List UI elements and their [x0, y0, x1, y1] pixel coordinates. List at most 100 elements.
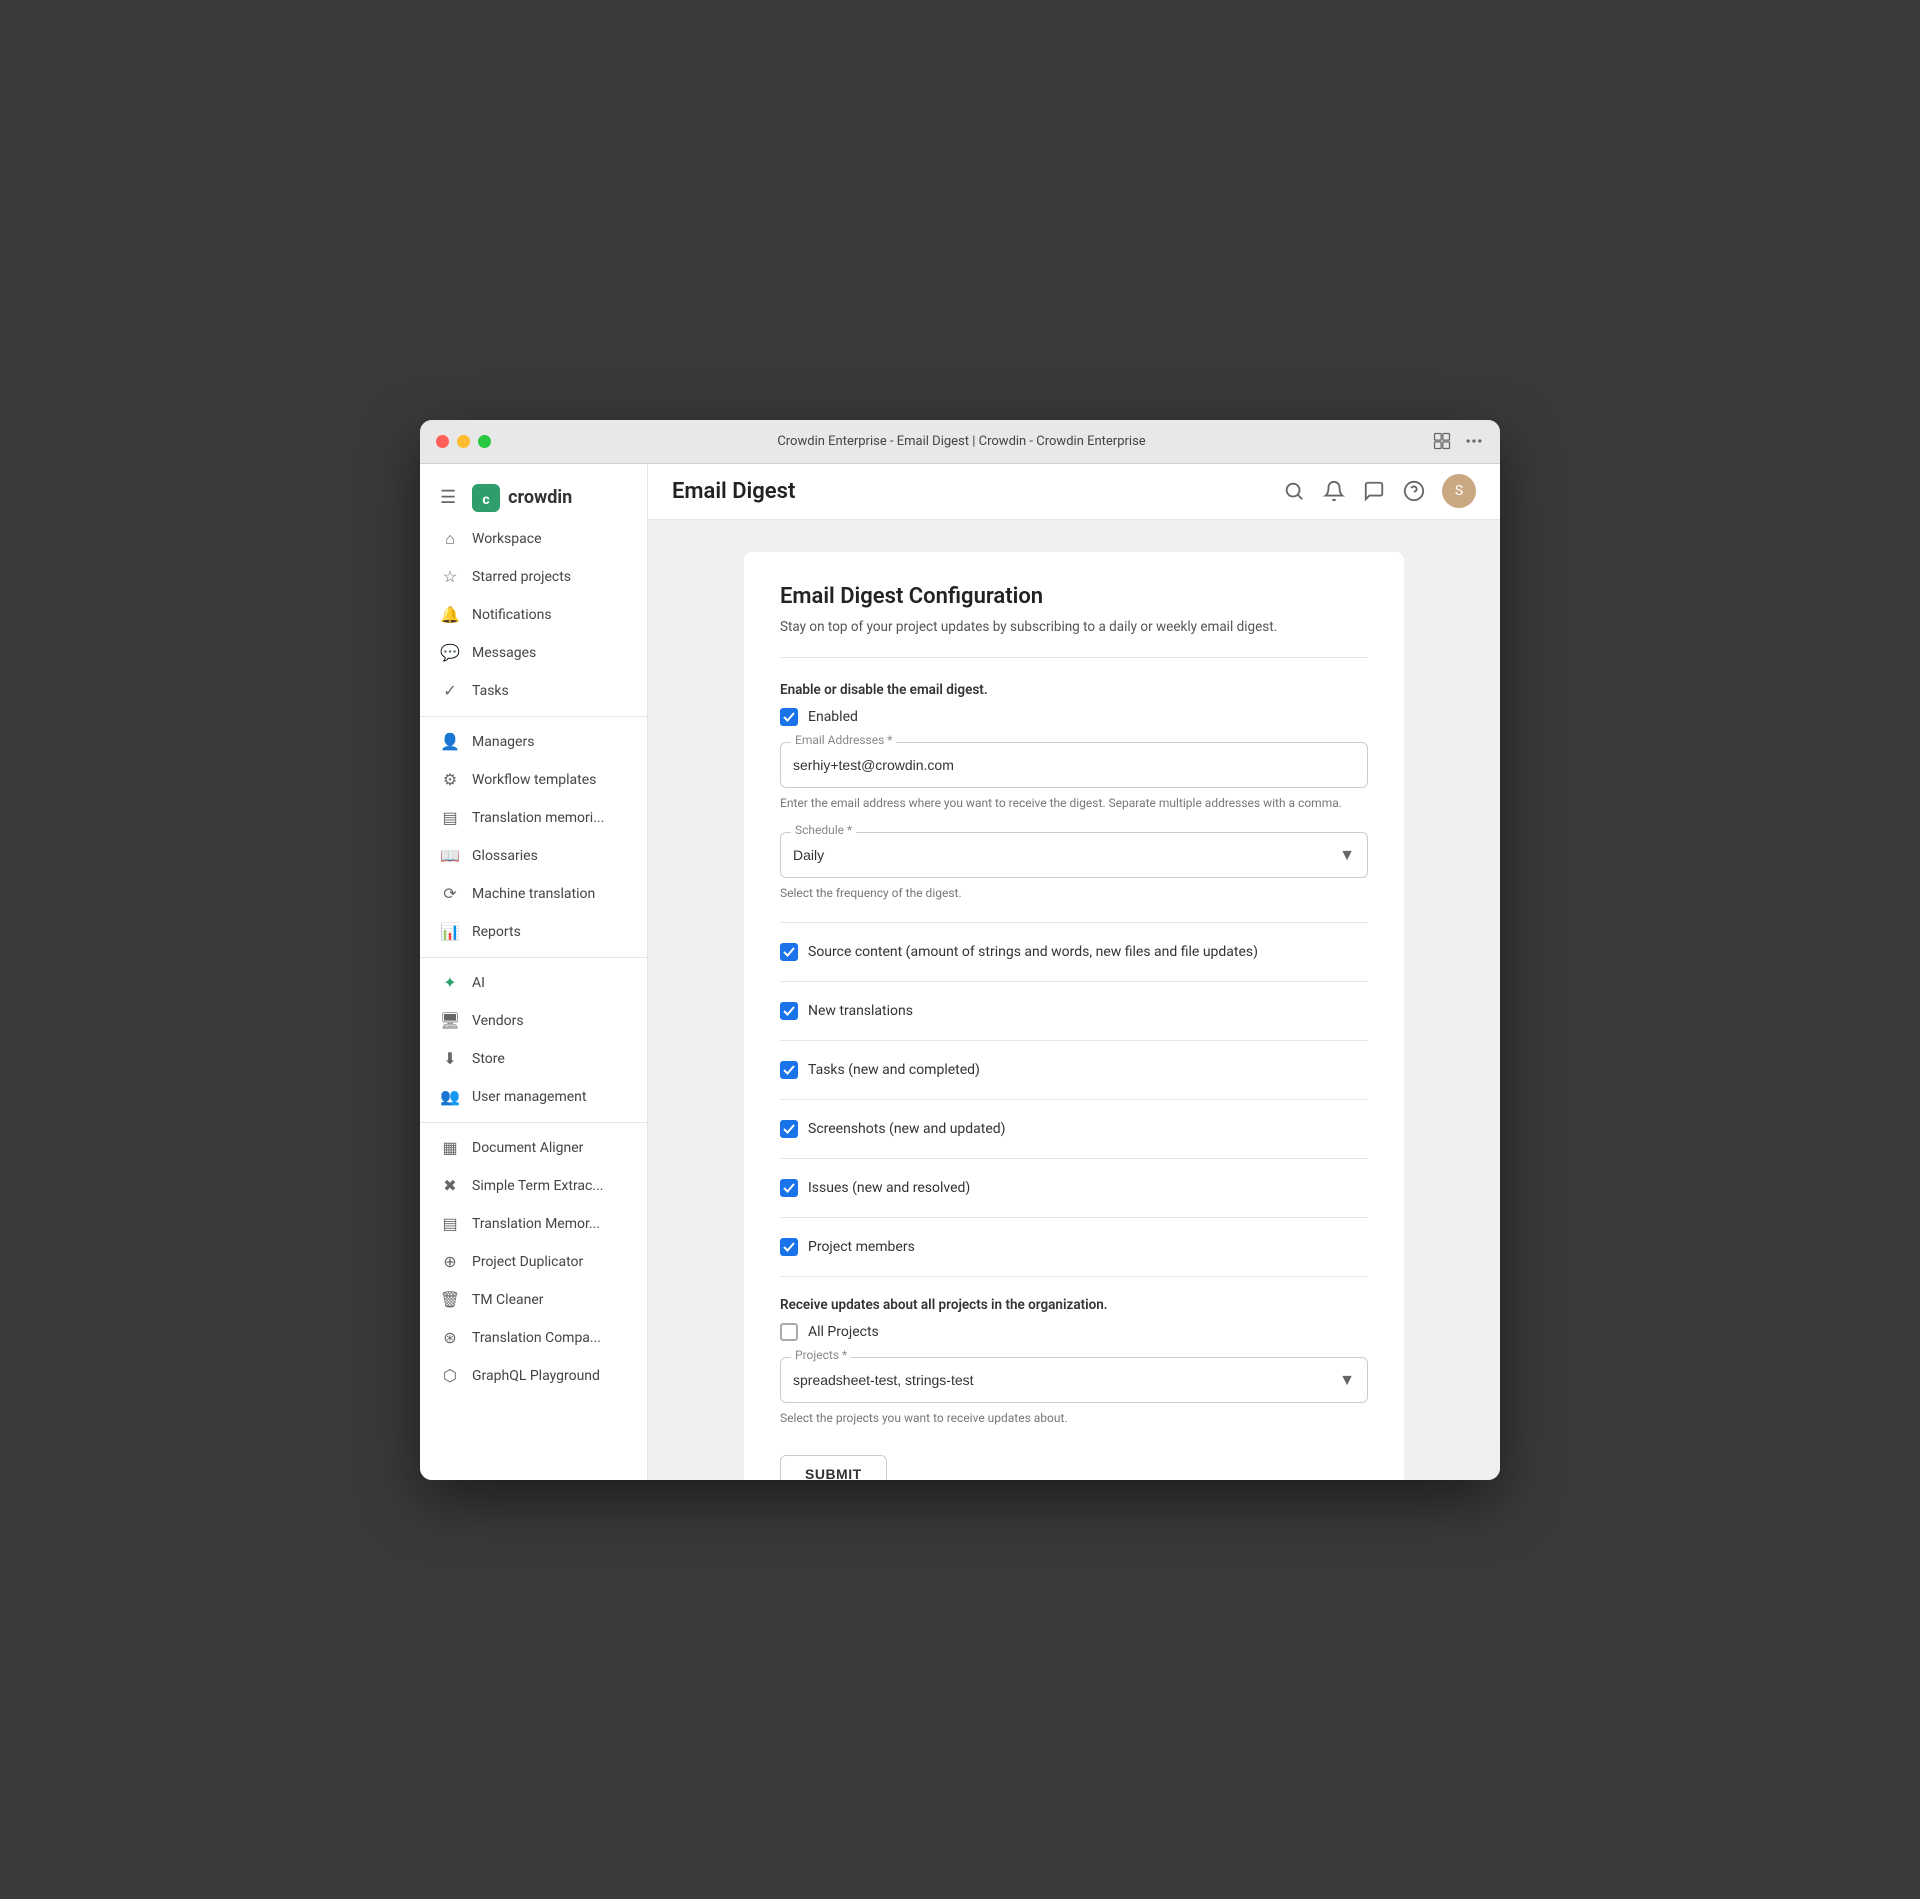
sidebar-label-user-management: User management [472, 1089, 586, 1105]
tasks-label[interactable]: Tasks (new and completed) [808, 1062, 980, 1078]
sidebar-item-vendors[interactable]: 🖥 Vendors [420, 1002, 647, 1040]
sidebar-label-translation-compa: Translation Compa... [472, 1330, 601, 1346]
check-icon-5 [783, 1182, 795, 1194]
help-icon[interactable] [1402, 479, 1426, 503]
all-projects-checkbox-label[interactable]: All Projects [808, 1324, 879, 1340]
term-icon: ✖ [440, 1176, 460, 1196]
translate-icon: ⟳ [440, 884, 460, 904]
sidebar-item-tasks[interactable]: ✓ Tasks [420, 672, 647, 710]
form-title: Email Digest Configuration [780, 584, 1368, 609]
sidebar-item-tm-cleaner[interactable]: 🗑 TM Cleaner [420, 1281, 647, 1319]
aligner-icon: ▦ [440, 1138, 460, 1158]
hamburger-icon[interactable]: ☰ [440, 487, 456, 508]
sidebar-label-tasks: Tasks [472, 683, 509, 699]
screenshots-checkbox[interactable] [780, 1120, 798, 1138]
sidebar-item-project-duplicator[interactable]: ⊕ Project Duplicator [420, 1243, 647, 1281]
sidebar-item-graphql[interactable]: ⬡ GraphQL Playground [420, 1357, 647, 1395]
app-body: ☰ c crowdin ⌂ Workspace ☆ Starred projec… [420, 464, 1500, 1480]
sidebar-label-workflow: Workflow templates [472, 772, 596, 788]
project-members-checkbox[interactable] [780, 1238, 798, 1256]
new-translations-checkbox[interactable] [780, 1002, 798, 1020]
issues-checkbox[interactable] [780, 1179, 798, 1197]
form-divider-4 [780, 1099, 1368, 1100]
project-members-label[interactable]: Project members [808, 1239, 915, 1255]
tasks-checkbox[interactable] [780, 1061, 798, 1079]
sidebar-item-translation-memor2[interactable]: ▤ Translation Memor... [420, 1205, 647, 1243]
issues-label[interactable]: Issues (new and resolved) [808, 1180, 970, 1196]
all-projects-checkbox[interactable] [780, 1323, 798, 1341]
sidebar-item-reports[interactable]: 📊 Reports [420, 913, 647, 951]
source-content-checkbox[interactable] [780, 943, 798, 961]
enabled-row: Enabled [780, 708, 1368, 726]
sidebar-item-user-management[interactable]: 👥 User management [420, 1078, 647, 1116]
sidebar-label-vendors: Vendors [472, 1013, 524, 1029]
app-window: Crowdin Enterprise - Email Digest | Crow… [420, 420, 1500, 1480]
source-content-label[interactable]: Source content (amount of strings and wo… [808, 944, 1258, 960]
main-content: Email Digest S [648, 464, 1500, 1480]
sidebar-item-managers[interactable]: 👤 Managers [420, 723, 647, 761]
duplicate-icon: ⊕ [440, 1252, 460, 1272]
sidebar-item-document-aligner[interactable]: ▦ Document Aligner [420, 1129, 647, 1167]
close-button[interactable] [436, 435, 449, 448]
enabled-label[interactable]: Enabled [808, 709, 858, 725]
email-input[interactable] [793, 751, 1355, 779]
sidebar-item-translation-memory[interactable]: ▤ Translation memori... [420, 799, 647, 837]
fullscreen-button[interactable] [478, 435, 491, 448]
titlebar-actions [1432, 431, 1484, 451]
sidebar-label-graphql: GraphQL Playground [472, 1368, 600, 1384]
search-icon[interactable] [1282, 479, 1306, 503]
project-members-row: Project members [780, 1238, 1368, 1256]
store-icon: ⬇ [440, 1049, 460, 1069]
sidebar-label-reports: Reports [472, 924, 521, 940]
form-divider-7 [780, 1276, 1368, 1277]
sidebar-item-ai[interactable]: ✦ AI [420, 964, 647, 1002]
sidebar-divider-1 [420, 716, 647, 717]
sidebar-item-glossaries[interactable]: 📖 Glossaries [420, 837, 647, 875]
check-icon-6 [783, 1241, 795, 1253]
sidebar-item-simple-term[interactable]: ✖ Simple Term Extrac... [420, 1167, 647, 1205]
tasks-row: Tasks (new and completed) [780, 1061, 1368, 1079]
schedule-field-group: Schedule * Daily Weekly ▼ [780, 832, 1368, 878]
sidebar-item-starred[interactable]: ☆ Starred projects [420, 558, 647, 596]
memory2-icon: ▤ [440, 1214, 460, 1234]
traffic-lights [436, 435, 491, 448]
sidebar: ☰ c crowdin ⌂ Workspace ☆ Starred projec… [420, 464, 648, 1480]
issues-row: Issues (new and resolved) [780, 1179, 1368, 1197]
sidebar-item-notifications[interactable]: 🔔 Notifications [420, 596, 647, 634]
sidebar-item-messages[interactable]: 💬 Messages [420, 634, 647, 672]
book-icon: 📖 [440, 846, 460, 866]
crowdin-logo-icon: c [472, 484, 500, 512]
messages-icon[interactable] [1362, 479, 1386, 503]
person-icon: 👤 [440, 732, 460, 752]
projects-field-label: Projects * [791, 1348, 851, 1362]
email-hint: Enter the email address where you want t… [780, 794, 1368, 812]
sidebar-label-translation-memor2: Translation Memor... [472, 1216, 600, 1232]
screenshots-label[interactable]: Screenshots (new and updated) [808, 1121, 1006, 1137]
form-divider-1 [780, 922, 1368, 923]
form-divider-6 [780, 1217, 1368, 1218]
enable-section-label: Enable or disable the email digest. [780, 682, 1368, 698]
schedule-hint: Select the frequency of the digest. [780, 884, 1368, 902]
notifications-icon[interactable] [1322, 479, 1346, 503]
sidebar-label-tm-cleaner: TM Cleaner [472, 1292, 544, 1308]
sidebar-item-machine-translation[interactable]: ⟳ Machine translation [420, 875, 647, 913]
new-translations-label[interactable]: New translations [808, 1003, 913, 1019]
minimize-button[interactable] [457, 435, 470, 448]
sidebar-label-managers: Managers [472, 734, 534, 750]
submit-button[interactable]: SUBMIT [780, 1455, 887, 1480]
sidebar-item-store[interactable]: ⬇ Store [420, 1040, 647, 1078]
message-icon: 💬 [440, 643, 460, 663]
user-avatar[interactable]: S [1442, 474, 1476, 508]
projects-select[interactable]: spreadsheet-test, strings-test [793, 1366, 1355, 1394]
page-title: Email Digest [672, 479, 1282, 504]
sidebar-label-project-duplicator: Project Duplicator [472, 1254, 583, 1270]
schedule-select[interactable]: Daily Weekly [793, 841, 1355, 869]
sidebar-item-translation-compa[interactable]: ⊛ Translation Compa... [420, 1319, 647, 1357]
more-icon[interactable] [1464, 431, 1484, 451]
sidebar-item-workspace[interactable]: ⌂ Workspace [420, 520, 647, 558]
sidebar-item-workflow[interactable]: ⚙ Workflow templates [420, 761, 647, 799]
screenshots-row: Screenshots (new and updated) [780, 1120, 1368, 1138]
enabled-checkbox[interactable] [780, 708, 798, 726]
sidebar-label-messages: Messages [472, 645, 536, 661]
extensions-icon[interactable] [1432, 431, 1452, 451]
